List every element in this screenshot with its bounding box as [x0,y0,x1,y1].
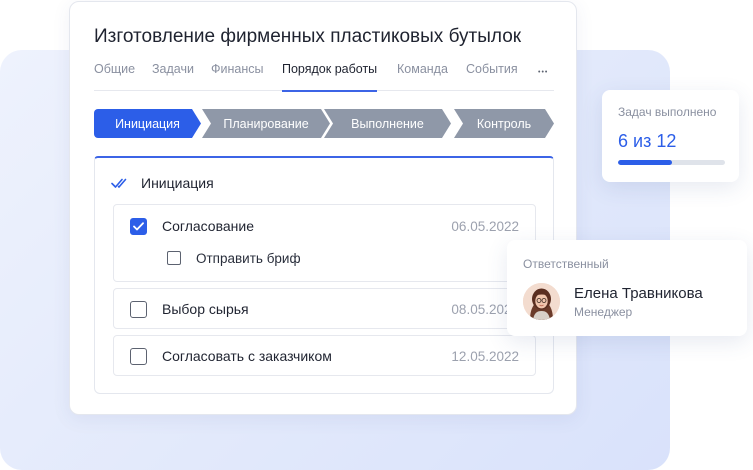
task-checkbox[interactable] [130,217,147,235]
task-checkbox[interactable] [130,300,147,318]
stage-execution[interactable]: Выполнение [324,109,451,138]
phase-title: Инициация [141,175,214,191]
task-row: Выбор сырья 08.05.2022 [130,300,519,318]
task-card: Согласование 06.05.2022 Отправить бриф [113,204,536,282]
stage-planning[interactable]: Планирование [202,109,330,138]
project-title: Изготовление фирменных пластиковых бутыл… [94,26,522,47]
stage-initiation[interactable]: Инициация [94,109,201,138]
phase-panel: Инициация Согласование 06.05.2022 Отправ… [94,156,554,394]
responsible-label: Ответственный [523,257,609,271]
responsible-role: Менеджер [574,305,633,319]
subtask-row: Отправить бриф [167,250,519,266]
task-date: 06.05.2022 [451,218,519,234]
avatar[interactable] [523,283,560,320]
tasks-completed-card: Задач выполнено 6 из 12 [602,90,739,182]
checkmark-icon [133,221,144,230]
stat-label: Задач выполнено [618,105,717,119]
project-card: Изготовление фирменных пластиковых бутыл… [69,1,577,415]
task-card: Согласовать с заказчиком 12.05.2022 [113,335,536,376]
task-row: Согласование 06.05.2022 [130,217,519,235]
tab-workflow[interactable]: Порядок работы [282,62,378,92]
responsible-name: Елена Травникова [574,285,703,302]
task-name: Согласование [162,218,254,234]
tab-team[interactable]: Команда [397,62,448,91]
task-checkbox[interactable] [130,347,147,365]
task-name: Выбор сырья [162,301,249,317]
task-date: 12.05.2022 [451,348,519,364]
tab-finance[interactable]: Финансы [211,62,263,91]
more-tabs-button[interactable]: ••• [538,62,548,80]
progress-fill [618,160,672,165]
person-avatar-icon [523,283,560,320]
progress-bar [618,160,725,165]
task-row: Согласовать с заказчиком 12.05.2022 [130,347,519,365]
subtask-name: Отправить бриф [196,250,301,266]
stage-control[interactable]: Контроль [454,109,554,138]
tab-bar: Общие Задачи Финансы Порядок работы Кома… [94,62,554,92]
tab-general[interactable]: Общие [94,62,135,91]
task-card: Выбор сырья 08.05.2022 [113,288,536,329]
phase-header: Инициация [111,175,214,191]
task-name: Согласовать с заказчиком [162,348,332,364]
subtask-checkbox[interactable] [167,251,181,265]
responsible-card: Ответственный Елена Травникова Менеджер [507,240,747,336]
tab-tasks[interactable]: Задачи [152,62,194,91]
tab-events[interactable]: События [466,62,518,91]
ellipsis-icon: ••• [538,69,549,76]
stat-value: 6 из 12 [618,131,677,151]
double-check-icon [111,178,127,188]
